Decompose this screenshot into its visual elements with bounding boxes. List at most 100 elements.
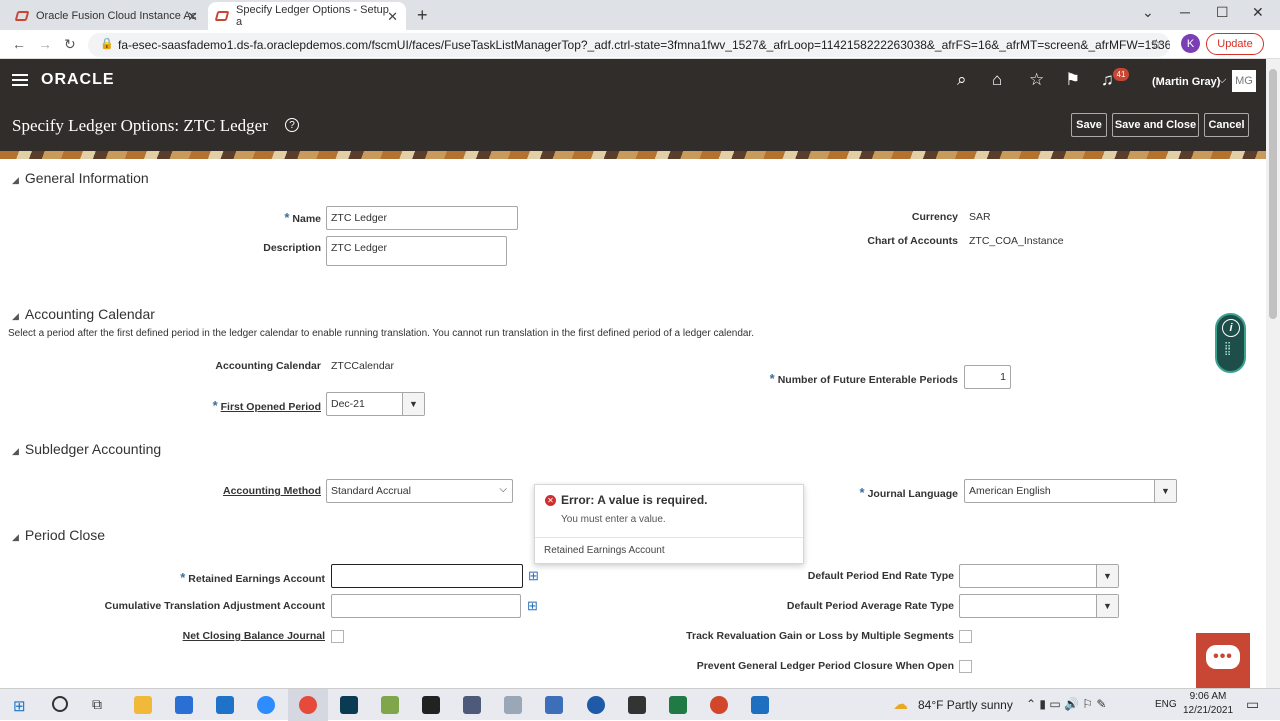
dropdown-arrow-icon[interactable]: ▼: [1096, 565, 1118, 587]
retained-earnings-input[interactable]: [331, 564, 523, 588]
track-revaluation-label: Track Revaluation Gain or Loss by Multip…: [686, 630, 954, 642]
app-icon[interactable]: [463, 696, 481, 714]
avg-rate-type-label: Default Period Average Rate Type: [786, 600, 954, 612]
search-icon[interactable]: ⌕: [957, 70, 967, 90]
close-tab-icon[interactable]: ✕: [387, 9, 398, 25]
powerpoint-icon[interactable]: [710, 696, 728, 714]
notification-center-icon[interactable]: ▭: [1246, 696, 1259, 713]
bookmark-star-icon[interactable]: ☆: [1150, 36, 1163, 53]
search-circle-icon[interactable]: [52, 696, 68, 712]
tab-specify-ledger[interactable]: Specify Ledger Options - Setup a ✕: [208, 2, 406, 30]
store-icon[interactable]: [175, 696, 193, 714]
dropdown-arrow-icon[interactable]: ▼: [1154, 480, 1176, 502]
maximize-icon[interactable]: ☐: [1216, 4, 1229, 21]
save-and-close-button[interactable]: Save and Close: [1112, 113, 1199, 137]
track-revaluation-checkbox[interactable]: [959, 630, 972, 643]
journal-language-label: * Journal Language: [859, 485, 959, 500]
language-indicator[interactable]: ENG: [1155, 699, 1177, 710]
app-icon[interactable]: [340, 696, 358, 714]
first-opened-period-select[interactable]: Dec-21 ▼: [326, 392, 425, 416]
chart-of-accounts-label: Chart of Accounts: [867, 235, 958, 247]
accounting-calendar-value: ZTCCalendar: [331, 360, 395, 372]
section-subledger-accounting[interactable]: ◢ Subledger Accounting: [12, 441, 161, 457]
hamburger-menu-icon[interactable]: [12, 74, 28, 86]
clock-date[interactable]: 12/21/2021: [1183, 705, 1233, 716]
close-window-icon[interactable]: ✕: [1252, 4, 1264, 21]
app-icon[interactable]: [504, 696, 522, 714]
chat-button[interactable]: •••: [1196, 633, 1250, 688]
account-lookup-icon[interactable]: ⊞: [528, 568, 539, 584]
app-icon[interactable]: [381, 696, 399, 714]
info-icon[interactable]: i: [1222, 319, 1240, 337]
grid-dots-icon[interactable]: ⠿ ⠿: [1224, 343, 1231, 359]
help-icon[interactable]: ?: [285, 118, 299, 132]
zoom-icon[interactable]: [257, 696, 275, 714]
home-icon[interactable]: ⌂: [992, 70, 1002, 90]
decorative-banner: [0, 151, 1266, 159]
tab-search-icon[interactable]: ⌄: [1142, 4, 1154, 21]
flag-icon[interactable]: ⚑: [1065, 70, 1080, 90]
section-accounting-calendar[interactable]: ◢ Accounting Calendar: [12, 306, 155, 322]
dropdown-arrow-icon[interactable]: ▼: [402, 393, 424, 415]
accounting-calendar-label: Accounting Calendar: [215, 360, 321, 372]
prevent-closure-checkbox[interactable]: [959, 660, 972, 673]
url-input[interactable]: 🔒 fa-esec-saasfademo1.ds-fa.oraclepdemos…: [88, 33, 1170, 57]
weather-text[interactable]: 84°F Partly sunny: [918, 698, 1013, 712]
back-icon[interactable]: ←: [12, 36, 26, 52]
chrome-taskbar-active[interactable]: [288, 689, 328, 721]
cta-account-input[interactable]: [331, 594, 521, 618]
new-tab-button[interactable]: +: [417, 5, 428, 26]
collapse-triangle-icon: ◢: [12, 175, 19, 185]
avg-rate-type-select[interactable]: ▼: [959, 594, 1119, 618]
description-textarea[interactable]: ZTC Ledger: [326, 236, 507, 266]
tab-oracle-instance[interactable]: Oracle Fusion Cloud Instance Ac ✕: [8, 2, 206, 30]
url-text: fa-esec-saasfademo1.ds-fa.oraclepdemos.c…: [118, 38, 1170, 52]
error-popup: ✕ Error: A value is required. You must e…: [534, 484, 804, 564]
chevron-down-icon[interactable]: ⌵: [1218, 74, 1226, 87]
windows-start-icon[interactable]: ⊞: [13, 697, 26, 715]
journal-language-select[interactable]: American English ▼: [964, 479, 1177, 503]
tab-title: Specify Ledger Options - Setup a: [236, 4, 389, 28]
save-button[interactable]: Save: [1071, 113, 1107, 137]
future-periods-input[interactable]: 1: [964, 365, 1011, 389]
cta-account-label: Cumulative Translation Adjustment Accoun…: [104, 600, 325, 612]
excel-icon[interactable]: [669, 696, 687, 714]
name-input[interactable]: ZTC Ledger: [326, 206, 518, 230]
section-period-close[interactable]: ◢ Period Close: [12, 527, 105, 543]
cancel-button[interactable]: Cancel: [1204, 113, 1249, 137]
favorites-star-icon[interactable]: ☆: [1029, 70, 1044, 90]
tray-icons[interactable]: ⌃ ▮ ▭ 🔊 ⚐ ✎: [1026, 697, 1106, 711]
vertical-scrollbar[interactable]: [1266, 59, 1280, 688]
clock-time[interactable]: 9:06 AM: [1186, 691, 1230, 702]
end-rate-type-select[interactable]: ▼: [959, 564, 1119, 588]
net-closing-label: Net Closing Balance Journal: [182, 630, 325, 642]
app-icon[interactable]: [545, 696, 563, 714]
task-view-icon[interactable]: ⧉: [92, 696, 102, 713]
app-icon[interactable]: [422, 696, 440, 714]
profile-avatar[interactable]: K: [1181, 34, 1200, 53]
avatar[interactable]: MG: [1232, 70, 1256, 92]
windows-taskbar: ⊞ ⧉ ☁ 84°F Partly sunny ⌃ ▮ ▭ 🔊 ⚐ ✎ ENG …: [0, 688, 1280, 721]
app-icon[interactable]: [751, 696, 769, 714]
net-closing-checkbox[interactable]: [331, 630, 344, 643]
chrome-icon: [299, 696, 317, 714]
dropdown-arrow-icon[interactable]: ▼: [1096, 595, 1118, 617]
close-tab-icon[interactable]: ✕: [187, 9, 198, 25]
notifications-bell-icon[interactable]: ♫: [1101, 70, 1114, 90]
app-icon[interactable]: [587, 696, 605, 714]
collapse-triangle-icon: ◢: [12, 311, 19, 321]
update-button[interactable]: Update: [1206, 33, 1264, 55]
account-lookup-icon[interactable]: ⊞: [527, 598, 538, 614]
minimize-icon[interactable]: ─: [1180, 4, 1190, 20]
mail-icon[interactable]: [216, 696, 234, 714]
collapse-triangle-icon: ◢: [12, 446, 19, 456]
forward-icon[interactable]: →: [38, 36, 52, 52]
section-general-information[interactable]: ◢ General Information: [12, 170, 149, 186]
accounting-method-select[interactable]: Standard Accrual ⌵: [326, 479, 513, 503]
app-icon[interactable]: [628, 696, 646, 714]
guided-help-widget[interactable]: i ⠿ ⠿: [1215, 313, 1246, 373]
reload-icon[interactable]: ↻: [64, 36, 76, 53]
user-menu[interactable]: (Martin Gray): [1152, 76, 1220, 88]
scrollbar-thumb[interactable]: [1269, 69, 1277, 319]
file-explorer-icon[interactable]: [134, 696, 152, 714]
